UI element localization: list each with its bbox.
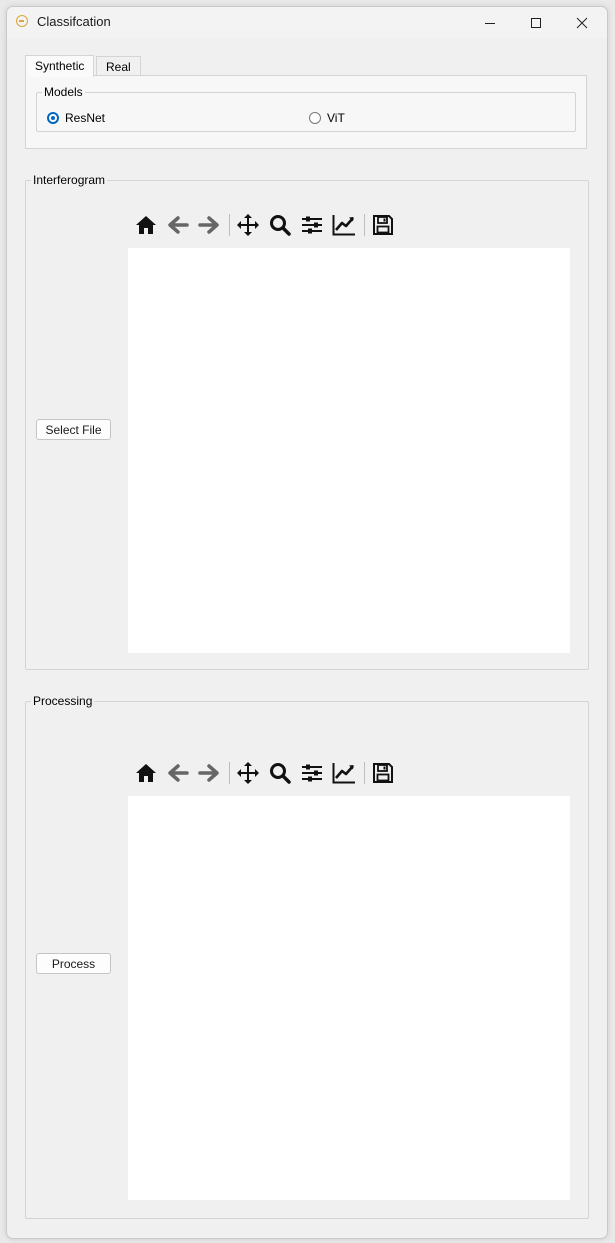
select-file-button[interactable]: Select File (36, 419, 111, 440)
toolbar-pan-button[interactable] (233, 210, 263, 240)
minimize-button[interactable] (467, 7, 513, 38)
toolbar-separator (364, 214, 365, 236)
main-window: Classifcation Synthetic Real Models ResN… (6, 6, 608, 1239)
title-bar[interactable]: Classifcation (7, 7, 607, 38)
toolbar-separator (229, 214, 230, 236)
home-icon (136, 764, 156, 782)
zoom-icon (270, 763, 291, 784)
forward-arrow-icon (198, 764, 219, 782)
toolbar-configure-subplots-button[interactable] (297, 758, 327, 788)
tab-synthetic[interactable]: Synthetic (25, 55, 95, 77)
configure-subplots-icon (302, 764, 322, 782)
toolbar-back-button[interactable] (163, 210, 193, 240)
radio-resnet-indicator[interactable] (47, 112, 59, 124)
radio-vit-indicator[interactable] (309, 112, 321, 124)
edit-axis-icon (332, 763, 355, 784)
pan-icon (237, 214, 259, 236)
radio-vit-label: ViT (327, 111, 345, 125)
toolbar-separator (364, 762, 365, 784)
toolbar-forward-button[interactable] (194, 758, 224, 788)
toolbar-pan-button[interactable] (233, 758, 263, 788)
toolbar-edit-axis-button[interactable] (329, 210, 359, 240)
toolbar-save-button[interactable] (368, 758, 398, 788)
close-icon (576, 17, 588, 28)
tab-real[interactable]: Real (96, 56, 141, 77)
toolbar-save-button[interactable] (368, 210, 398, 240)
toolbar-back-button[interactable] (163, 758, 193, 788)
home-icon (136, 216, 156, 234)
models-group-title: Models (44, 85, 83, 99)
toolbar-forward-button[interactable] (194, 210, 224, 240)
configure-subplots-icon (302, 216, 322, 234)
radio-resnet[interactable]: ResNet (47, 111, 105, 125)
pan-icon (237, 762, 259, 784)
toolbar-zoom-button[interactable] (265, 758, 295, 788)
processing-group-title: Processing (33, 694, 93, 708)
toolbar-zoom-button[interactable] (265, 210, 295, 240)
toolbar-home-button[interactable] (131, 210, 161, 240)
zoom-icon (270, 215, 291, 236)
interferogram-plot-canvas[interactable] (128, 248, 570, 653)
toolbar-configure-subplots-button[interactable] (297, 210, 327, 240)
interferogram-group-title: Interferogram (33, 173, 106, 187)
tab-pane-synthetic: Models ResNet ViT (25, 75, 587, 149)
window-title: Classifcation (37, 14, 111, 29)
toolbar-separator (229, 762, 230, 784)
processing-plot-canvas[interactable] (128, 796, 570, 1200)
app-icon (16, 15, 28, 27)
radio-resnet-label: ResNet (65, 111, 106, 125)
toolbar-home-button[interactable] (131, 758, 161, 788)
save-icon (373, 763, 393, 783)
radio-vit[interactable]: ViT (309, 111, 345, 125)
back-arrow-icon (168, 216, 189, 234)
maximize-icon (531, 17, 541, 28)
models-group: Models (36, 86, 576, 132)
back-arrow-icon (168, 764, 189, 782)
interferogram-plot-toolbar (131, 210, 401, 240)
minimize-icon (485, 22, 495, 24)
processing-plot-toolbar (131, 758, 401, 788)
close-button[interactable] (559, 7, 605, 38)
edit-axis-icon (332, 215, 355, 236)
process-button[interactable]: Process (36, 953, 111, 974)
forward-arrow-icon (198, 216, 219, 234)
save-icon (373, 215, 393, 235)
toolbar-edit-axis-button[interactable] (329, 758, 359, 788)
maximize-button[interactable] (513, 7, 559, 38)
